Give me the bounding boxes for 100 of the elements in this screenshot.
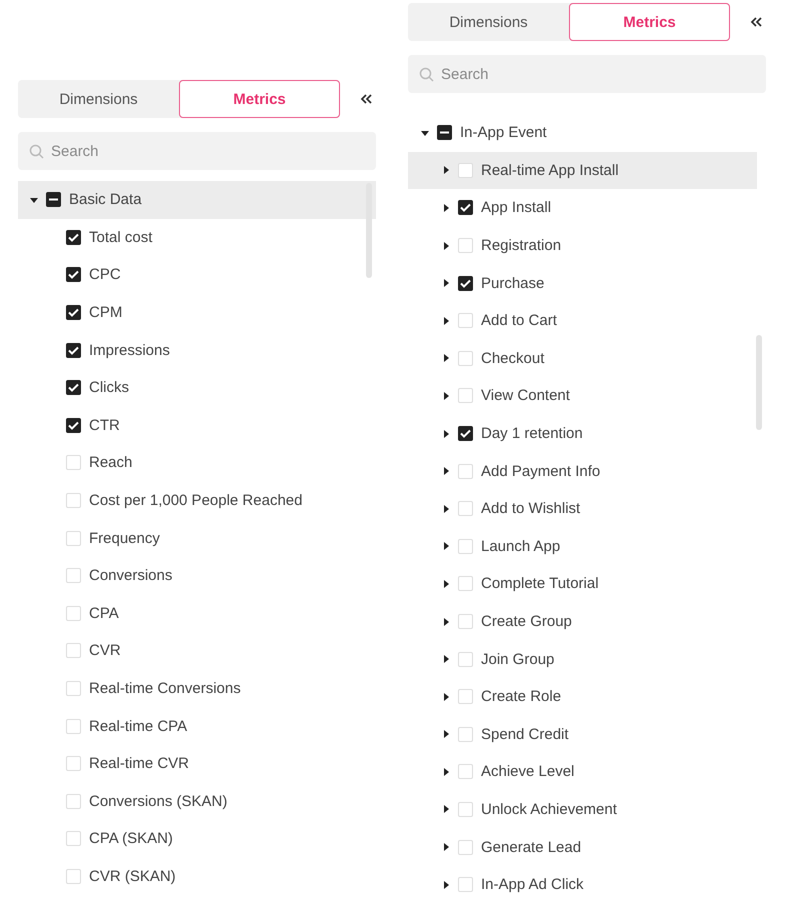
checkbox[interactable] bbox=[458, 464, 473, 479]
caret-icon[interactable] bbox=[442, 430, 450, 438]
tab[interactable]: Metrics bbox=[569, 3, 730, 41]
caret-icon[interactable] bbox=[442, 204, 450, 212]
tab[interactable]: Metrics bbox=[179, 80, 340, 118]
checkbox[interactable] bbox=[458, 840, 473, 855]
tree-row[interactable]: Conversions bbox=[18, 556, 376, 595]
tree-row[interactable]: View Content bbox=[408, 377, 766, 415]
tree-row[interactable]: Cost per 1,000 People Reached bbox=[18, 482, 376, 520]
checkbox[interactable] bbox=[458, 162, 473, 178]
tree-row[interactable]: CPA (SKAN) bbox=[18, 820, 376, 858]
tree-row[interactable]: Checkout bbox=[408, 340, 766, 378]
checkbox[interactable] bbox=[458, 388, 473, 404]
checkbox[interactable] bbox=[66, 342, 81, 358]
tree-row[interactable]: Real-time CVR bbox=[18, 744, 376, 782]
checkbox[interactable] bbox=[66, 868, 81, 884]
caret-icon[interactable] bbox=[442, 768, 450, 776]
tab[interactable]: Dimensions bbox=[408, 3, 569, 41]
checkbox[interactable] bbox=[458, 276, 473, 291]
caret-icon[interactable] bbox=[442, 467, 450, 476]
tree-row[interactable]: App Install bbox=[408, 189, 766, 227]
tree-row[interactable]: Generate Lead bbox=[408, 828, 766, 866]
tree-row[interactable]: Unlock Achievement bbox=[408, 790, 766, 828]
tree-row[interactable]: Create Role bbox=[408, 678, 766, 716]
tree-row[interactable]: Registration bbox=[408, 226, 766, 264]
tree-row[interactable]: Impressions bbox=[18, 331, 376, 369]
caret-icon[interactable] bbox=[442, 580, 450, 588]
checkbox[interactable] bbox=[66, 643, 81, 658]
checkbox[interactable] bbox=[66, 568, 81, 584]
checkbox[interactable] bbox=[66, 267, 81, 282]
tree-row[interactable]: Day 1 retention bbox=[408, 414, 766, 452]
tree-row[interactable]: CVR (SKAN) bbox=[18, 858, 376, 896]
checkbox[interactable] bbox=[458, 238, 473, 254]
caret-icon[interactable] bbox=[442, 805, 450, 814]
tree-row[interactable]: Add Payment Info bbox=[408, 452, 766, 490]
caret-icon[interactable] bbox=[442, 692, 450, 701]
checkbox[interactable] bbox=[458, 313, 473, 328]
tree-row[interactable]: Reach bbox=[18, 444, 376, 482]
checkbox[interactable] bbox=[66, 681, 81, 696]
tree-row[interactable]: Purchase bbox=[408, 264, 766, 302]
tree-row[interactable]: Add to Wishlist bbox=[408, 490, 766, 528]
checkbox[interactable] bbox=[66, 493, 81, 508]
tree-row[interactable]: CTR bbox=[18, 406, 376, 444]
tree-row[interactable]: Launch App bbox=[408, 528, 766, 566]
checkbox[interactable] bbox=[66, 756, 81, 772]
checkbox[interactable] bbox=[66, 606, 81, 621]
checkbox[interactable] bbox=[458, 576, 473, 592]
checkbox[interactable] bbox=[458, 200, 473, 216]
caret-icon[interactable] bbox=[442, 166, 450, 174]
tree-row[interactable]: Clicks bbox=[18, 368, 376, 407]
collapse-icon[interactable] bbox=[360, 93, 372, 105]
caret-icon[interactable] bbox=[442, 655, 450, 664]
tree-row[interactable]: Conversions (SKAN) bbox=[18, 782, 376, 820]
checkbox[interactable] bbox=[66, 418, 81, 433]
checkbox[interactable] bbox=[66, 831, 81, 846]
caret-icon[interactable] bbox=[442, 542, 450, 550]
tree-row[interactable]: Frequency bbox=[18, 519, 376, 557]
checkbox[interactable] bbox=[458, 802, 473, 817]
checkbox[interactable] bbox=[458, 726, 473, 742]
checkbox[interactable] bbox=[66, 794, 81, 809]
tree-row[interactable]: CPC bbox=[18, 256, 376, 294]
tree-row[interactable]: Real-time App Install bbox=[408, 152, 757, 190]
tree-row[interactable]: Basic Data bbox=[18, 181, 376, 219]
checkbox[interactable] bbox=[66, 455, 81, 470]
tree-row[interactable]: Create Group bbox=[408, 602, 766, 640]
tree-row[interactable]: CPM bbox=[18, 294, 376, 332]
tree-row[interactable]: Join Group bbox=[408, 640, 766, 678]
checkbox[interactable] bbox=[458, 614, 473, 630]
checkbox[interactable] bbox=[458, 689, 473, 704]
caret-icon[interactable] bbox=[30, 196, 38, 204]
checkbox[interactable] bbox=[437, 125, 452, 140]
checkbox[interactable] bbox=[458, 350, 473, 366]
tree-row[interactable]: In-App Ad Click bbox=[408, 866, 766, 904]
scrollbar-thumb[interactable] bbox=[366, 183, 372, 278]
checkbox[interactable] bbox=[458, 877, 473, 892]
search-field[interactable]: Search bbox=[408, 55, 766, 93]
checkbox[interactable] bbox=[66, 305, 81, 320]
tree-row[interactable]: Spend Credit bbox=[408, 716, 766, 754]
tree-row[interactable]: In-App Event bbox=[408, 114, 766, 152]
checkbox[interactable] bbox=[458, 426, 473, 442]
tree-row[interactable]: Achieve Level bbox=[408, 753, 766, 791]
collapse-icon[interactable] bbox=[750, 16, 762, 28]
caret-icon[interactable] bbox=[442, 242, 450, 250]
checkbox[interactable] bbox=[458, 538, 473, 554]
caret-icon[interactable] bbox=[442, 730, 450, 738]
checkbox[interactable] bbox=[66, 530, 81, 546]
scrollbar-thumb[interactable] bbox=[756, 335, 762, 430]
tree-row[interactable]: Real-time CPA bbox=[18, 707, 376, 745]
caret-icon[interactable] bbox=[421, 128, 429, 137]
caret-icon[interactable] bbox=[442, 354, 450, 362]
tree-row[interactable]: CPA bbox=[18, 594, 376, 632]
checkbox[interactable] bbox=[66, 230, 81, 245]
caret-icon[interactable] bbox=[442, 392, 450, 400]
caret-icon[interactable] bbox=[442, 618, 450, 626]
checkbox[interactable] bbox=[458, 764, 473, 780]
checkbox[interactable] bbox=[46, 192, 61, 208]
tree-row[interactable]: CVR bbox=[18, 632, 376, 670]
tree-row[interactable]: Total cost bbox=[18, 218, 376, 256]
caret-icon[interactable] bbox=[442, 880, 450, 889]
tab[interactable]: Dimensions bbox=[18, 80, 179, 118]
